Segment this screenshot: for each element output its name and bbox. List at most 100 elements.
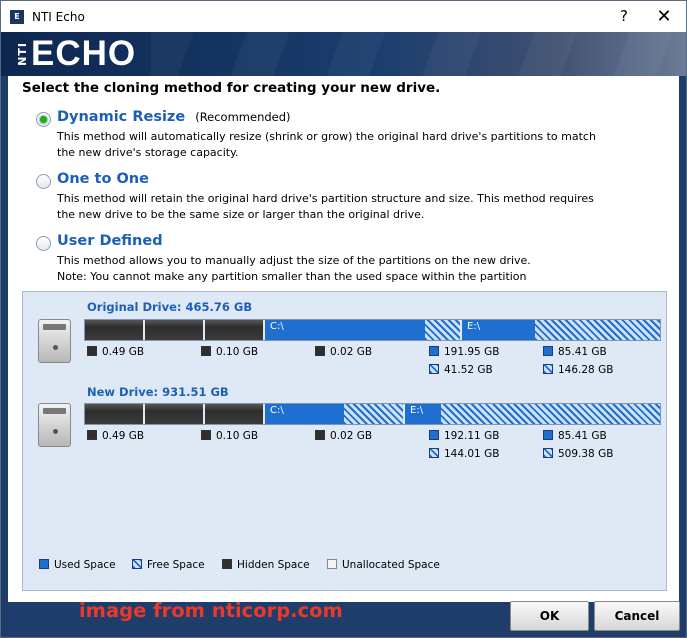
stat-value: 0.02 GB [330, 346, 373, 358]
partition-segment[interactable] [205, 404, 265, 424]
legend-free: Free Space [132, 559, 205, 571]
free-fill [343, 404, 403, 424]
description-line: This method will retain the original har… [57, 192, 594, 205]
stat-item: 41.52 GB [429, 364, 493, 376]
hidden-fill [145, 320, 203, 340]
legend-hidden: Hidden Space [222, 559, 310, 571]
partition-label: C:\ [270, 405, 284, 416]
hidden-fill [85, 320, 143, 340]
stat-item: 85.41 GB [543, 430, 607, 442]
stat-item: 0.49 GB [87, 430, 144, 442]
partition-segment[interactable] [85, 320, 145, 340]
original-drive-icon [38, 319, 71, 363]
used-fill [265, 320, 425, 340]
app-icon: E [10, 9, 24, 24]
dynamic-resize-description: This method will automatically resize (s… [57, 129, 617, 161]
description-line: the new drive's storage capacity. [57, 146, 239, 159]
partition-segment[interactable] [205, 320, 265, 340]
hidden-fill [205, 404, 263, 424]
free-fill [440, 404, 660, 424]
legend-label: Free Space [147, 559, 205, 571]
stat-value: 0.10 GB [216, 430, 259, 442]
partition-segment[interactable] [85, 404, 145, 424]
legend-label: Hidden Space [237, 559, 310, 571]
legend-used: Used Space [39, 559, 116, 571]
new-drive-title: New Drive: 931.51 GB [87, 385, 229, 399]
stat-item: 192.11 GB [429, 430, 499, 442]
stat-item: 85.41 GB [543, 346, 607, 358]
cancel-button[interactable]: Cancel [594, 601, 680, 631]
stat-item: 0.10 GB [201, 430, 258, 442]
stat-item: 144.01 GB [429, 448, 499, 460]
watermark-text: image from nticorp.com [79, 599, 343, 622]
description-line: Note: You cannot make any partition smal… [57, 270, 527, 283]
page-heading: Select the cloning method for creating y… [22, 80, 441, 96]
hidden-fill [205, 320, 263, 340]
nti-echo-logo: NTI ECHO [16, 36, 136, 72]
logo-text: ECHO [31, 34, 137, 73]
legend-label: Used Space [54, 559, 116, 571]
stat-value: 191.95 GB [444, 346, 500, 358]
partition-label: E:\ [410, 405, 424, 416]
free-fill [535, 320, 660, 340]
dialog-footer: image from nticorp.com OK Cancel [1, 599, 686, 637]
free-swatch [543, 448, 553, 458]
hidden-fill [145, 404, 203, 424]
used-swatch [429, 346, 439, 356]
user-defined-description: This method allows you to manually adjus… [57, 253, 617, 285]
stat-value: 144.01 GB [444, 448, 500, 460]
dynamic-resize-label: Dynamic Resize [57, 109, 186, 125]
hidden-swatch [201, 430, 211, 440]
one-to-one-radio[interactable] [36, 174, 51, 189]
window-title: NTI Echo [32, 9, 85, 24]
close-button[interactable]: ✕ [641, 1, 686, 32]
hidden-swatch [201, 346, 211, 356]
hidden-fill [85, 404, 143, 424]
stat-value: 0.49 GB [102, 430, 145, 442]
user-defined-radio[interactable] [36, 236, 51, 251]
original-drive-bar: C:\ E:\ [84, 319, 661, 341]
nti-echo-window: E NTI Echo ? ✕ NTI ECHO Select the cloni… [0, 0, 687, 638]
one-to-one-label: One to One [57, 171, 149, 187]
logo-prefix: NTI [16, 42, 29, 66]
description-line: the new drive to be the same size or lar… [57, 208, 425, 221]
stat-item: 0.10 GB [201, 346, 258, 358]
description-line: This method allows you to manually adjus… [57, 254, 531, 267]
header-banner: NTI ECHO [1, 32, 686, 76]
stat-value: 509.38 GB [558, 448, 614, 460]
unallocated-swatch [327, 559, 337, 569]
partition-e[interactable]: E:\ [405, 404, 660, 424]
partition-segment[interactable] [145, 404, 205, 424]
one-to-one-description: This method will retain the original har… [57, 191, 617, 223]
hidden-swatch [315, 346, 325, 356]
hidden-swatch [87, 430, 97, 440]
stat-item: 0.49 GB [87, 346, 144, 358]
stat-item: 191.95 GB [429, 346, 499, 358]
hidden-swatch [222, 559, 232, 569]
dynamic-resize-radio[interactable] [36, 112, 51, 127]
stat-item: 509.38 GB [543, 448, 613, 460]
partition-c[interactable]: C:\ [265, 404, 405, 424]
partition-segment[interactable] [145, 320, 205, 340]
new-drive-icon [38, 403, 71, 447]
stat-item: 0.02 GB [315, 346, 372, 358]
free-fill [424, 320, 460, 340]
legend-unallocated: Unallocated Space [327, 559, 440, 571]
used-swatch [543, 430, 553, 440]
partition-e[interactable]: E:\ [462, 320, 660, 340]
partition-c[interactable]: C:\ [265, 320, 462, 340]
partition-label: C:\ [270, 321, 284, 332]
stat-value: 85.41 GB [558, 346, 607, 358]
used-swatch [429, 430, 439, 440]
hidden-swatch [87, 346, 97, 356]
stat-item: 146.28 GB [543, 364, 613, 376]
main-panel: Select the cloning method for creating y… [8, 76, 679, 602]
free-swatch [429, 448, 439, 458]
used-swatch [543, 346, 553, 356]
free-swatch [132, 559, 142, 569]
description-line: This method will automatically resize (s… [57, 130, 596, 143]
ok-button[interactable]: OK [510, 601, 589, 631]
stat-value: 192.11 GB [444, 430, 500, 442]
stat-value: 41.52 GB [444, 364, 493, 376]
stat-value: 0.10 GB [216, 346, 259, 358]
